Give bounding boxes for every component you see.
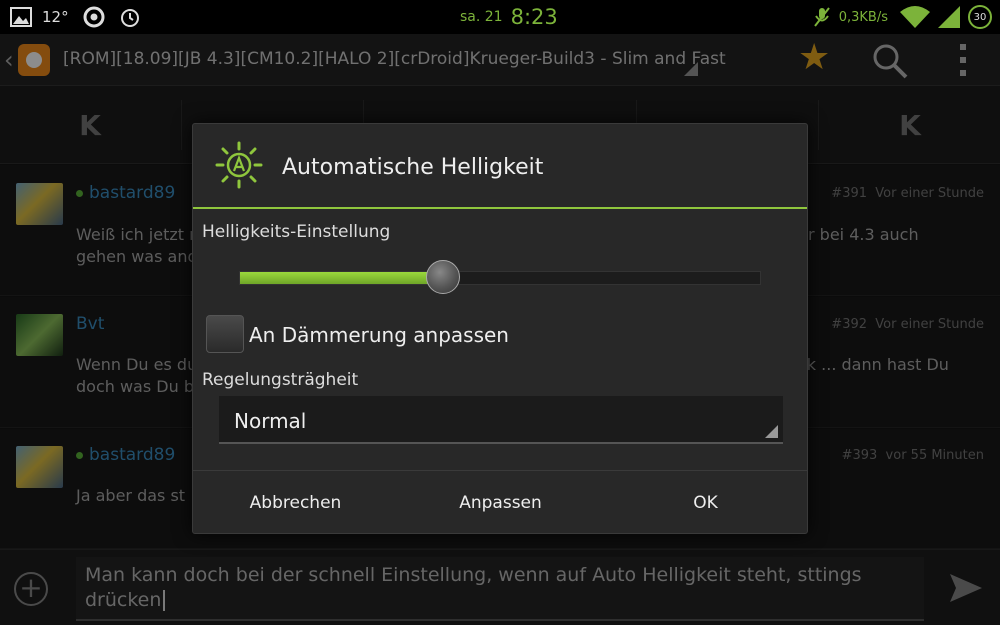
alarm-icon bbox=[120, 9, 139, 27]
no-mic-icon bbox=[813, 7, 830, 27]
status-time: 8:23 bbox=[510, 5, 558, 29]
brightness-slider-fill bbox=[240, 272, 443, 284]
twilight-checkbox-label[interactable]: An Dämmerung anpassen bbox=[249, 323, 509, 347]
battery-indicator: 30 bbox=[968, 5, 992, 29]
twilight-checkbox[interactable] bbox=[206, 315, 244, 353]
net-speed: 0,3KB/s bbox=[838, 9, 888, 25]
temperature: 12° bbox=[42, 8, 69, 26]
status-date: sa. 21 bbox=[460, 9, 503, 25]
status-bar: 12° sa. 21 8:23 0,3KB/s 30 bbox=[0, 0, 1000, 34]
dialog-button-bar: Abbrechen Anpassen OK bbox=[193, 470, 807, 533]
select-dropdown-icon bbox=[765, 425, 778, 438]
picture-icon bbox=[10, 7, 32, 27]
inertia-label: Regelungsträgheit bbox=[202, 370, 359, 390]
ok-button[interactable]: OK bbox=[603, 471, 808, 534]
adjust-button[interactable]: Anpassen bbox=[398, 471, 603, 534]
wifi-icon bbox=[900, 6, 930, 28]
brightness-label: Helligkeits-Einstellung bbox=[202, 222, 391, 242]
auto-brightness-dialog: Automatische Helligkeit Helligkeits-Eins… bbox=[192, 123, 808, 534]
cancel-button[interactable]: Abbrechen bbox=[193, 471, 398, 534]
dialog-header: Automatische Helligkeit bbox=[193, 124, 807, 209]
brightness-slider[interactable] bbox=[239, 271, 761, 285]
inertia-select[interactable]: Normal bbox=[219, 396, 783, 444]
signal-icon bbox=[938, 6, 960, 28]
dialog-title: Automatische Helligkeit bbox=[282, 155, 544, 180]
dialog-divider bbox=[193, 207, 807, 209]
ring-icon bbox=[83, 6, 105, 28]
brightness-slider-thumb[interactable] bbox=[425, 260, 460, 294]
auto-brightness-icon bbox=[215, 141, 263, 189]
inertia-selected-value: Normal bbox=[234, 409, 307, 433]
